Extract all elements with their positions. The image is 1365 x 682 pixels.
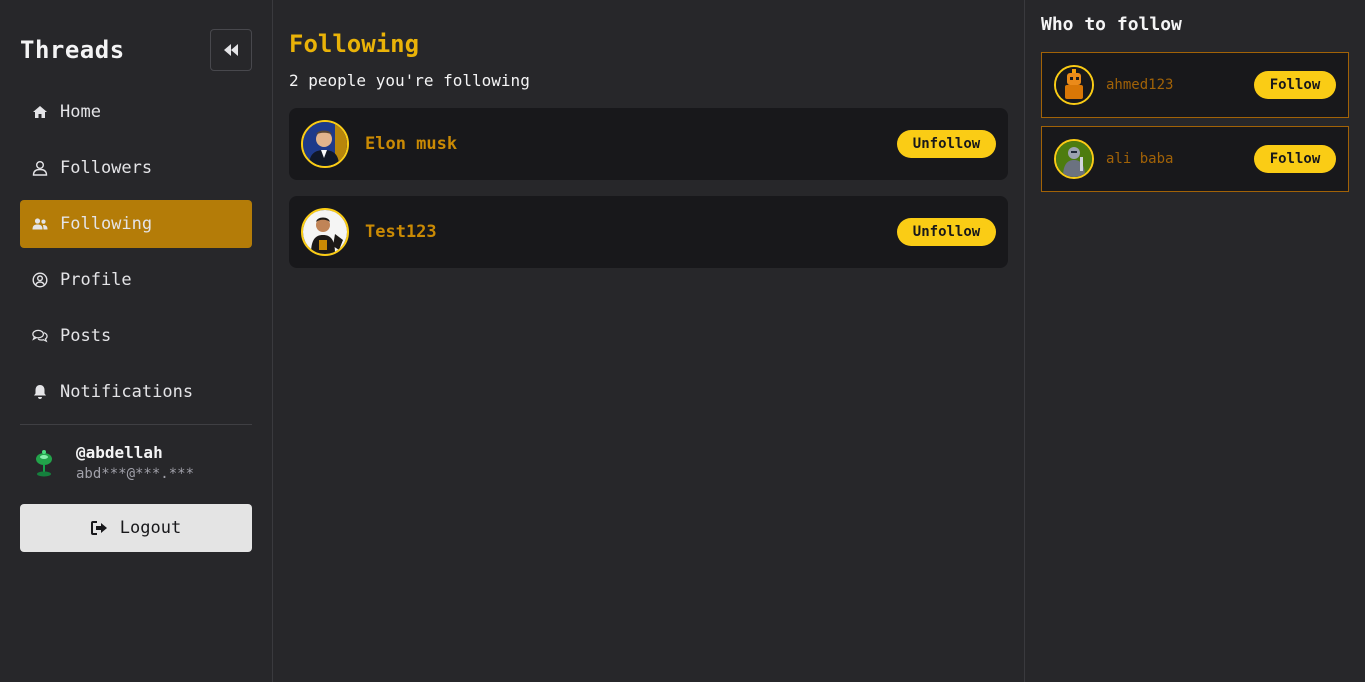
sidebar-item-home[interactable]: Home: [20, 88, 252, 136]
current-user[interactable]: @abdellah abd***@***.***: [20, 425, 252, 500]
user-email: abd***@***.***: [76, 466, 195, 482]
following-count: 2 people you're following: [289, 71, 530, 90]
user-icon: [32, 160, 48, 176]
avatar[interactable]: [1054, 65, 1094, 105]
user-handle: @abdellah: [76, 443, 163, 462]
page-title: Following: [289, 30, 420, 58]
brand-row: Threads: [20, 28, 252, 72]
double-chevron-left-icon: [224, 44, 238, 56]
person-cartoon-icon: [303, 210, 347, 254]
sidebar-item-posts[interactable]: Posts: [20, 312, 252, 360]
sidebar-item-followers[interactable]: Followers: [20, 144, 252, 192]
sidebar-item-label: Notifications: [60, 382, 194, 402]
unfollow-button[interactable]: Unfollow: [897, 218, 996, 246]
suggestion-card: ahmed123 Follow: [1041, 52, 1349, 118]
following-card: Test123 Unfollow: [289, 196, 1008, 268]
sidebar-item-profile[interactable]: Profile: [20, 256, 252, 304]
sign-out-icon: [90, 521, 108, 535]
avatar[interactable]: [301, 208, 349, 256]
following-name[interactable]: Elon musk: [365, 134, 897, 154]
suggestion-name[interactable]: ahmed123: [1106, 77, 1254, 93]
logout-button[interactable]: Logout: [20, 504, 252, 552]
avatar[interactable]: [1054, 139, 1094, 179]
home-icon: [32, 104, 48, 120]
following-card: Elon musk Unfollow: [289, 108, 1008, 180]
logout-label: Logout: [119, 518, 182, 538]
sidebar: Threads Home Followers Following Profile: [0, 0, 273, 682]
avatar: [32, 446, 56, 480]
sidebar-item-label: Profile: [60, 270, 132, 290]
user-circle-icon: [32, 272, 48, 288]
follow-button[interactable]: Follow: [1254, 71, 1336, 99]
lamp-avatar-icon: [36, 449, 52, 476]
sidebar-item-label: Posts: [60, 326, 112, 346]
suggestion-name[interactable]: ali baba: [1106, 151, 1254, 167]
sidebar-item-label: Followers: [60, 158, 153, 178]
orange-character-icon: [1056, 67, 1092, 103]
sidebar-item-following[interactable]: Following: [20, 200, 252, 248]
knight-character-icon: [1056, 141, 1092, 177]
person-photo-icon: [303, 122, 347, 166]
follow-button[interactable]: Follow: [1254, 145, 1336, 173]
suggestion-card: ali baba Follow: [1041, 126, 1349, 192]
following-name[interactable]: Test123: [365, 222, 897, 242]
users-icon: [32, 216, 48, 232]
chat-icon: [32, 328, 48, 344]
sidebar-item-label: Following: [60, 214, 153, 234]
collapse-sidebar-button[interactable]: [210, 29, 252, 71]
unfollow-button[interactable]: Unfollow: [897, 130, 996, 158]
main-content: Following 2 people you're following Elon…: [289, 30, 1008, 268]
sidebar-item-label: Home: [60, 102, 101, 122]
avatar[interactable]: [301, 120, 349, 168]
brand-title: Threads: [20, 36, 125, 64]
bell-icon: [32, 384, 48, 400]
sidebar-item-notifications[interactable]: Notifications: [20, 368, 252, 416]
who-to-follow-panel: Who to follow ahmed123 Follow ali baba F…: [1024, 0, 1365, 682]
who-to-follow-title: Who to follow: [1041, 14, 1182, 35]
